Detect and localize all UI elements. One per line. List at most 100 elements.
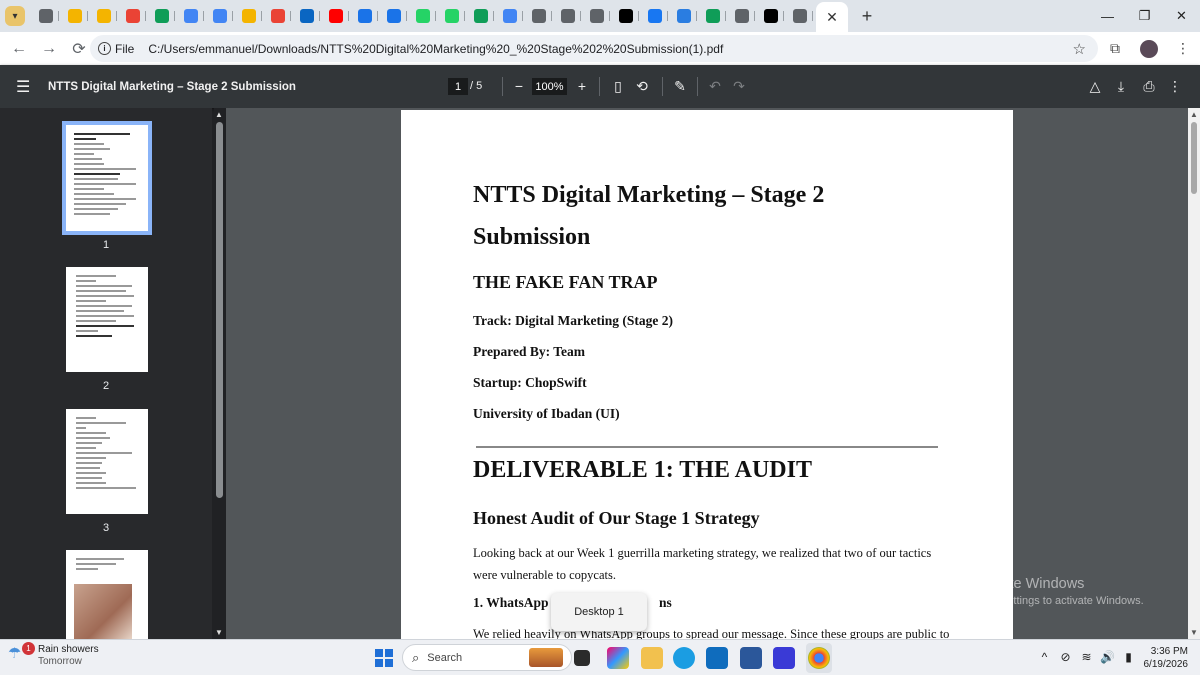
taskbar-search[interactable]: ⌕ Search <box>402 644 572 671</box>
browser-tab[interactable] <box>33 4 62 28</box>
browser-tab[interactable] <box>352 4 381 28</box>
browser-tab[interactable] <box>700 4 729 28</box>
browser-tab[interactable] <box>236 4 265 28</box>
page-number-input[interactable]: 1 <box>448 78 468 95</box>
browser-tab[interactable] <box>294 4 323 28</box>
copilot-icon[interactable] <box>607 647 629 669</box>
minimize-button[interactable]: — <box>1089 0 1126 32</box>
tab-favicon-icon <box>387 9 401 23</box>
tab-search-button[interactable]: ▾ <box>5 6 25 26</box>
browser-tab[interactable] <box>555 4 584 28</box>
tab-favicon-icon <box>97 9 111 23</box>
word-icon[interactable] <box>740 647 762 669</box>
task-view-icon[interactable] <box>574 650 590 666</box>
drive-save-icon[interactable]: △ <box>1086 77 1104 96</box>
browser-tab[interactable] <box>468 4 497 28</box>
scroll-up-arrow[interactable]: ▲ <box>215 110 223 119</box>
show-hidden-icons-icon[interactable]: ^ <box>1034 650 1055 664</box>
browser-tab[interactable] <box>323 4 352 28</box>
profile-avatar[interactable] <box>1132 39 1166 58</box>
download-icon[interactable]: ⤓ <box>1112 77 1130 96</box>
zoom-input[interactable]: 100% <box>532 78 567 95</box>
page-thumbnail[interactable] <box>62 121 152 235</box>
close-tab-icon[interactable]: ✕ <box>826 9 838 26</box>
scroll-up-arrow[interactable]: ▲ <box>1190 110 1198 119</box>
volume-icon[interactable]: 🔊 <box>1097 650 1118 664</box>
annotate-icon[interactable]: ✎ <box>671 77 689 96</box>
browser-tab[interactable] <box>91 4 120 28</box>
browser-tab[interactable] <box>613 4 642 28</box>
browser-tab[interactable] <box>381 4 410 28</box>
redo-icon[interactable]: ↷ <box>730 77 748 96</box>
page-thumbnail[interactable] <box>66 550 148 639</box>
wifi-icon[interactable]: ≋ <box>1076 650 1097 664</box>
print-icon[interactable]: ⎙ <box>1140 77 1158 96</box>
file-explorer-icon[interactable] <box>641 647 663 669</box>
browser-tab[interactable] <box>497 4 526 28</box>
network-off-icon[interactable]: ⊘ <box>1055 650 1076 664</box>
bookmark-star-icon[interactable]: ☆ <box>1073 40 1086 58</box>
horizontal-rule <box>476 446 938 448</box>
browser-tab[interactable] <box>642 4 671 28</box>
new-tab-button[interactable]: + <box>854 3 880 29</box>
browser-menu-icon[interactable]: ⋮ <box>1166 40 1200 57</box>
tab-favicon-icon <box>242 9 256 23</box>
site-info-chip[interactable]: i File <box>98 42 134 56</box>
restore-button[interactable]: ❐ <box>1126 0 1163 32</box>
pdf-page: NTTS Digital Marketing – Stage 2 Submiss… <box>401 110 1013 639</box>
reload-button[interactable]: ⟳ <box>65 35 93 63</box>
tab-favicon-icon <box>68 9 82 23</box>
browser-tab[interactable] <box>729 4 758 28</box>
search-highlight-image <box>529 648 563 667</box>
store-icon[interactable] <box>773 647 795 669</box>
browser-tab[interactable] <box>178 4 207 28</box>
scroll-down-arrow[interactable]: ▼ <box>215 628 223 637</box>
clock[interactable]: 3:36 PM 6/19/2026 <box>1142 645 1189 671</box>
browser-tab[interactable] <box>584 4 613 28</box>
close-window-button[interactable]: ✕ <box>1163 0 1200 32</box>
browser-tab[interactable] <box>671 4 700 28</box>
browser-tab[interactable] <box>526 4 555 28</box>
battery-icon[interactable]: ▮ <box>1118 650 1139 664</box>
active-tab[interactable]: ✕ <box>816 2 848 32</box>
start-button[interactable] <box>375 649 393 667</box>
edge-icon[interactable] <box>673 647 695 669</box>
sidebar-scrollbar[interactable]: ▲ ▼ <box>214 108 226 639</box>
page-thumbnail[interactable] <box>66 409 148 514</box>
outlook-icon[interactable] <box>706 647 728 669</box>
scrollbar-thumb[interactable] <box>1191 122 1197 194</box>
rotate-icon[interactable]: ⟲ <box>633 77 651 96</box>
document-scrollbar[interactable]: ▲ ▼ <box>1188 108 1200 639</box>
undo-icon[interactable]: ↶ <box>706 77 724 96</box>
browser-tab[interactable] <box>265 4 294 28</box>
browser-tab[interactable] <box>410 4 439 28</box>
tab-separator <box>232 11 233 21</box>
zoom-in-button[interactable]: + <box>573 77 591 96</box>
browser-tab[interactable] <box>787 4 816 28</box>
page-thumbnail[interactable] <box>66 267 148 372</box>
tab-favicon-icon <box>271 9 285 23</box>
browser-tab[interactable] <box>439 4 468 28</box>
sidebar-toggle-icon[interactable]: ☰ <box>16 77 34 97</box>
browser-tab[interactable] <box>758 4 787 28</box>
fit-page-icon[interactable]: ▯ <box>609 77 627 96</box>
tab-favicon-icon <box>677 9 691 23</box>
browser-tab[interactable] <box>207 4 236 28</box>
url-text[interactable]: C:/Users/emmanuel/Downloads/NTTS%20Digit… <box>148 42 723 56</box>
weather-widget[interactable]: ☂ 1 Rain showers Tomorrow <box>8 642 99 668</box>
forward-button[interactable]: → <box>35 35 63 63</box>
browser-tab[interactable] <box>149 4 178 28</box>
chrome-icon[interactable] <box>808 647 830 669</box>
more-options-icon[interactable]: ⋮ <box>1166 77 1184 96</box>
browser-tab[interactable] <box>62 4 91 28</box>
extensions-icon[interactable]: ⧉ <box>1098 40 1132 57</box>
browser-tab[interactable] <box>120 4 149 28</box>
address-bar[interactable]: i File C:/Users/emmanuel/Downloads/NTTS%… <box>90 35 1098 62</box>
time: 3:36 PM <box>1150 646 1188 657</box>
zoom-out-button[interactable]: − <box>510 77 528 96</box>
tab-separator <box>812 11 813 21</box>
scrollbar-thumb[interactable] <box>216 122 223 498</box>
scroll-down-arrow[interactable]: ▼ <box>1190 628 1198 637</box>
back-button[interactable]: ← <box>5 35 33 63</box>
tab-favicon-icon <box>793 9 807 23</box>
